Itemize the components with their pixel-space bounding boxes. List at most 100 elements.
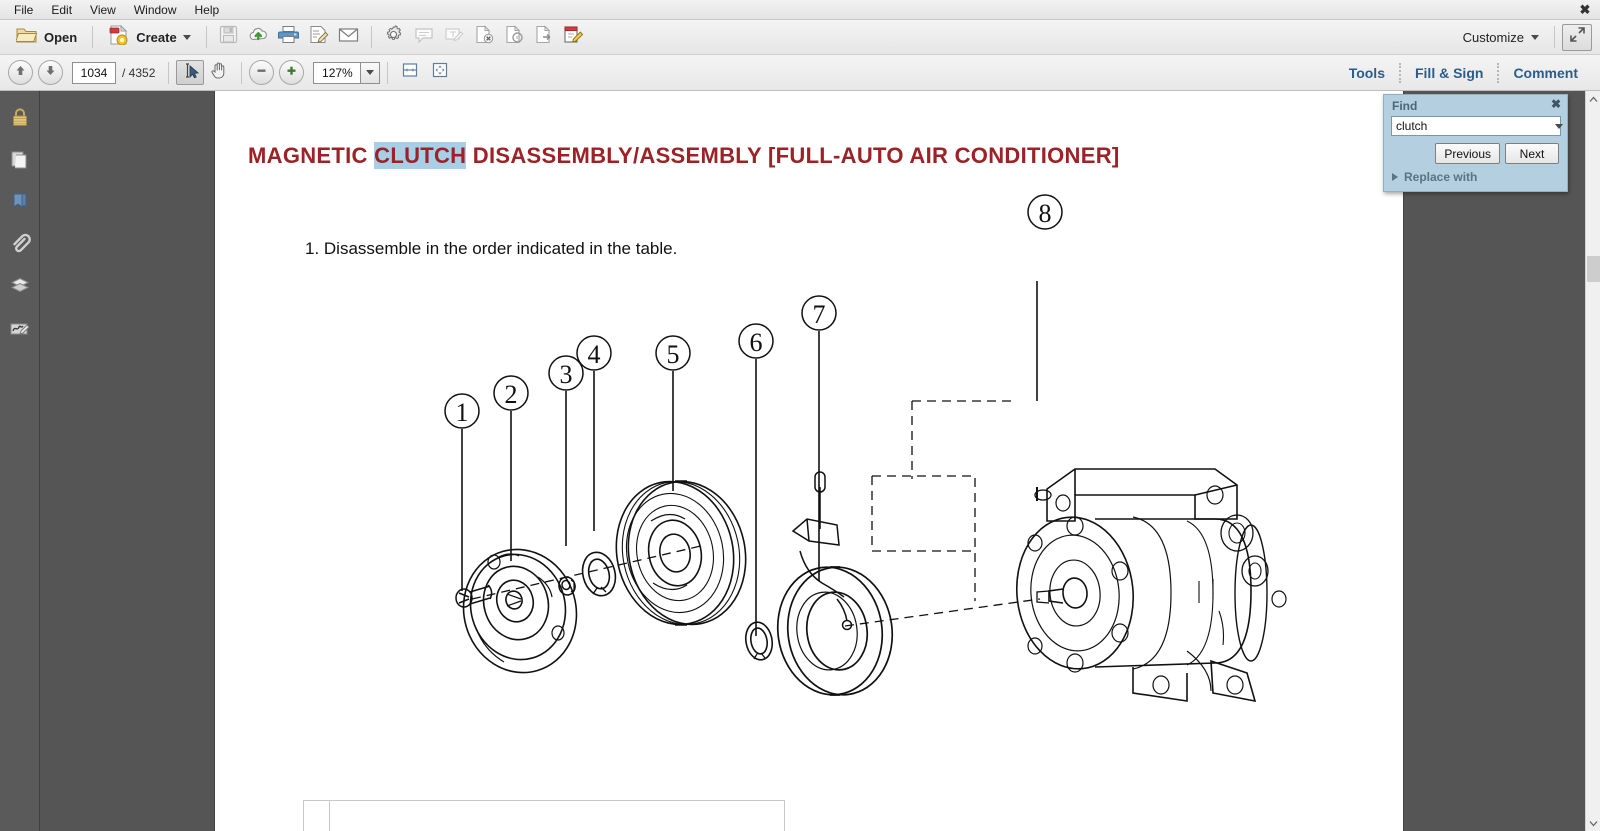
menu-help[interactable]: Help <box>187 2 228 18</box>
page-title-after: DISASSEMBLY/ASSEMBLY [FULL-AUTO AIR COND… <box>466 143 1120 168</box>
pages-icon <box>10 149 30 176</box>
nav-separator-3 <box>387 61 389 84</box>
toolbar-separator-4 <box>1554 26 1555 48</box>
email-button[interactable] <box>334 24 364 51</box>
layers-icon <box>9 275 31 302</box>
customize-label: Customize <box>1462 29 1524 45</box>
page-title-before: MAGNETIC <box>248 143 375 168</box>
search-match-highlight: CLUTCH <box>374 142 467 169</box>
hand-tool-button[interactable] <box>204 59 234 86</box>
save-to-cloud-button[interactable] <box>244 24 274 51</box>
menu-view[interactable]: View <box>82 2 124 18</box>
customize-button[interactable]: Customize <box>1455 24 1547 50</box>
sidebar-item-page-thumbnails[interactable] <box>0 141 40 183</box>
zoom-dropdown-button[interactable] <box>361 61 381 84</box>
bookmark-icon <box>10 191 30 218</box>
page-number-input[interactable]: 1034 <box>72 61 116 84</box>
zoom-out-button[interactable] <box>249 60 275 85</box>
sidebar-item-bookmarks[interactable] <box>0 183 40 225</box>
tab-fill-and-sign[interactable]: Fill & Sign <box>1401 66 1497 80</box>
tab-tools[interactable]: Tools <box>1335 66 1399 80</box>
print-button[interactable] <box>274 24 304 51</box>
chevron-down-icon <box>182 34 191 40</box>
create-pdf-icon <box>108 24 130 50</box>
zoom-level-input[interactable]: 127% <box>313 61 362 84</box>
navigation-pane-rail <box>0 91 40 831</box>
tab-comment[interactable]: Comment <box>1499 66 1592 80</box>
fit-page-button[interactable] <box>425 59 455 86</box>
delete-page-button[interactable] <box>469 24 499 51</box>
email-icon <box>338 26 359 48</box>
edit-pdf-icon <box>563 25 584 49</box>
find-panel[interactable]: Find ✖ Previous Next Replace with <box>1383 94 1568 192</box>
fit-width-icon <box>401 61 419 84</box>
find-input-wrapper[interactable] <box>1391 116 1563 136</box>
settings-button[interactable] <box>379 24 409 51</box>
callout-8: 8 <box>1027 194 1063 230</box>
edit-pdf-button[interactable] <box>559 24 589 51</box>
next-page-button[interactable] <box>38 60 63 85</box>
menu-edit[interactable]: Edit <box>43 2 80 18</box>
find-previous-button[interactable]: Previous <box>1435 143 1500 164</box>
sidebar-item-security[interactable] <box>0 99 40 141</box>
expand-panel-icon <box>1569 26 1586 48</box>
find-close-button[interactable]: ✖ <box>1551 98 1561 110</box>
select-tool-button[interactable] <box>176 60 205 85</box>
document-viewport[interactable]: MAGNETIC CLUTCH DISASSEMBLY/ASSEMBLY [FU… <box>40 91 1585 831</box>
save-icon <box>219 25 238 49</box>
save-button[interactable] <box>214 24 244 51</box>
open-button[interactable]: Open <box>8 24 85 51</box>
vertical-scrollbar[interactable] <box>1585 91 1600 831</box>
expand-panel-button[interactable] <box>1562 23 1592 51</box>
chevron-up-icon <box>1589 90 1598 108</box>
export-pdf-button[interactable] <box>529 24 559 51</box>
text-edit-icon <box>444 26 464 49</box>
edit-text-button[interactable] <box>439 24 469 51</box>
sidebar-item-attachments[interactable] <box>0 225 40 267</box>
window-close-button[interactable]: ✖ <box>1576 1 1594 18</box>
combine-files-button[interactable] <box>499 24 529 51</box>
toolbar-separator-1 <box>92 26 94 48</box>
callout-5-number: 5 <box>667 340 680 369</box>
find-next-button[interactable]: Next <box>1505 143 1559 164</box>
callout-2-number: 2 <box>505 380 518 409</box>
instruction-step-1: 1. Disassemble in the order indicated in… <box>305 239 678 258</box>
find-input[interactable] <box>1392 119 1555 133</box>
upload-cloud-icon <box>248 25 269 49</box>
lock-icon <box>10 107 30 134</box>
export-pdf-icon <box>534 25 554 49</box>
callout-6-number: 6 <box>750 328 763 357</box>
scroll-up-button[interactable] <box>1586 91 1600 107</box>
callout-7-number: 7 <box>813 300 826 329</box>
pdf-reader-window: ✖ File Edit View Window Help Open Create… <box>0 0 1600 831</box>
chevron-down-icon <box>1589 814 1598 831</box>
menu-window[interactable]: Window <box>126 2 185 18</box>
callout-4-number: 4 <box>588 340 601 369</box>
folder-open-icon <box>14 26 38 49</box>
sidebar-item-signatures[interactable] <box>0 309 40 351</box>
previous-page-button[interactable] <box>8 60 33 85</box>
signature-icon <box>9 317 31 344</box>
scroll-down-button[interactable] <box>1586 815 1600 831</box>
text-select-cursor-icon <box>182 62 199 84</box>
exploded-diagram: 1 2 3 4 5 6 7 <box>444 281 1287 703</box>
zoom-in-button[interactable] <box>279 60 305 85</box>
hand-icon <box>210 61 228 84</box>
find-history-dropdown-button[interactable] <box>1555 117 1563 135</box>
arrow-down-icon <box>44 64 57 82</box>
sign-document-button[interactable] <box>304 24 334 51</box>
print-icon <box>278 25 300 49</box>
menu-file[interactable]: File <box>6 2 41 18</box>
sign-document-icon <box>308 25 329 49</box>
replace-with-expander[interactable]: Replace with <box>1392 170 1477 184</box>
fit-page-width-button[interactable] <box>395 59 425 86</box>
gear-icon <box>384 25 403 49</box>
replace-with-label: Replace with <box>1404 170 1478 184</box>
sidebar-item-layers[interactable] <box>0 267 40 309</box>
create-button[interactable]: Create <box>100 24 198 51</box>
scrollbar-thumb[interactable] <box>1587 256 1600 282</box>
comment-button[interactable] <box>409 24 439 51</box>
page-navigation-toolbar: 1034 / 4352 127% Tools Fill & Sign Comme… <box>0 55 1600 91</box>
page-total-label: / 4352 <box>122 65 156 80</box>
create-label: Create <box>136 29 177 45</box>
